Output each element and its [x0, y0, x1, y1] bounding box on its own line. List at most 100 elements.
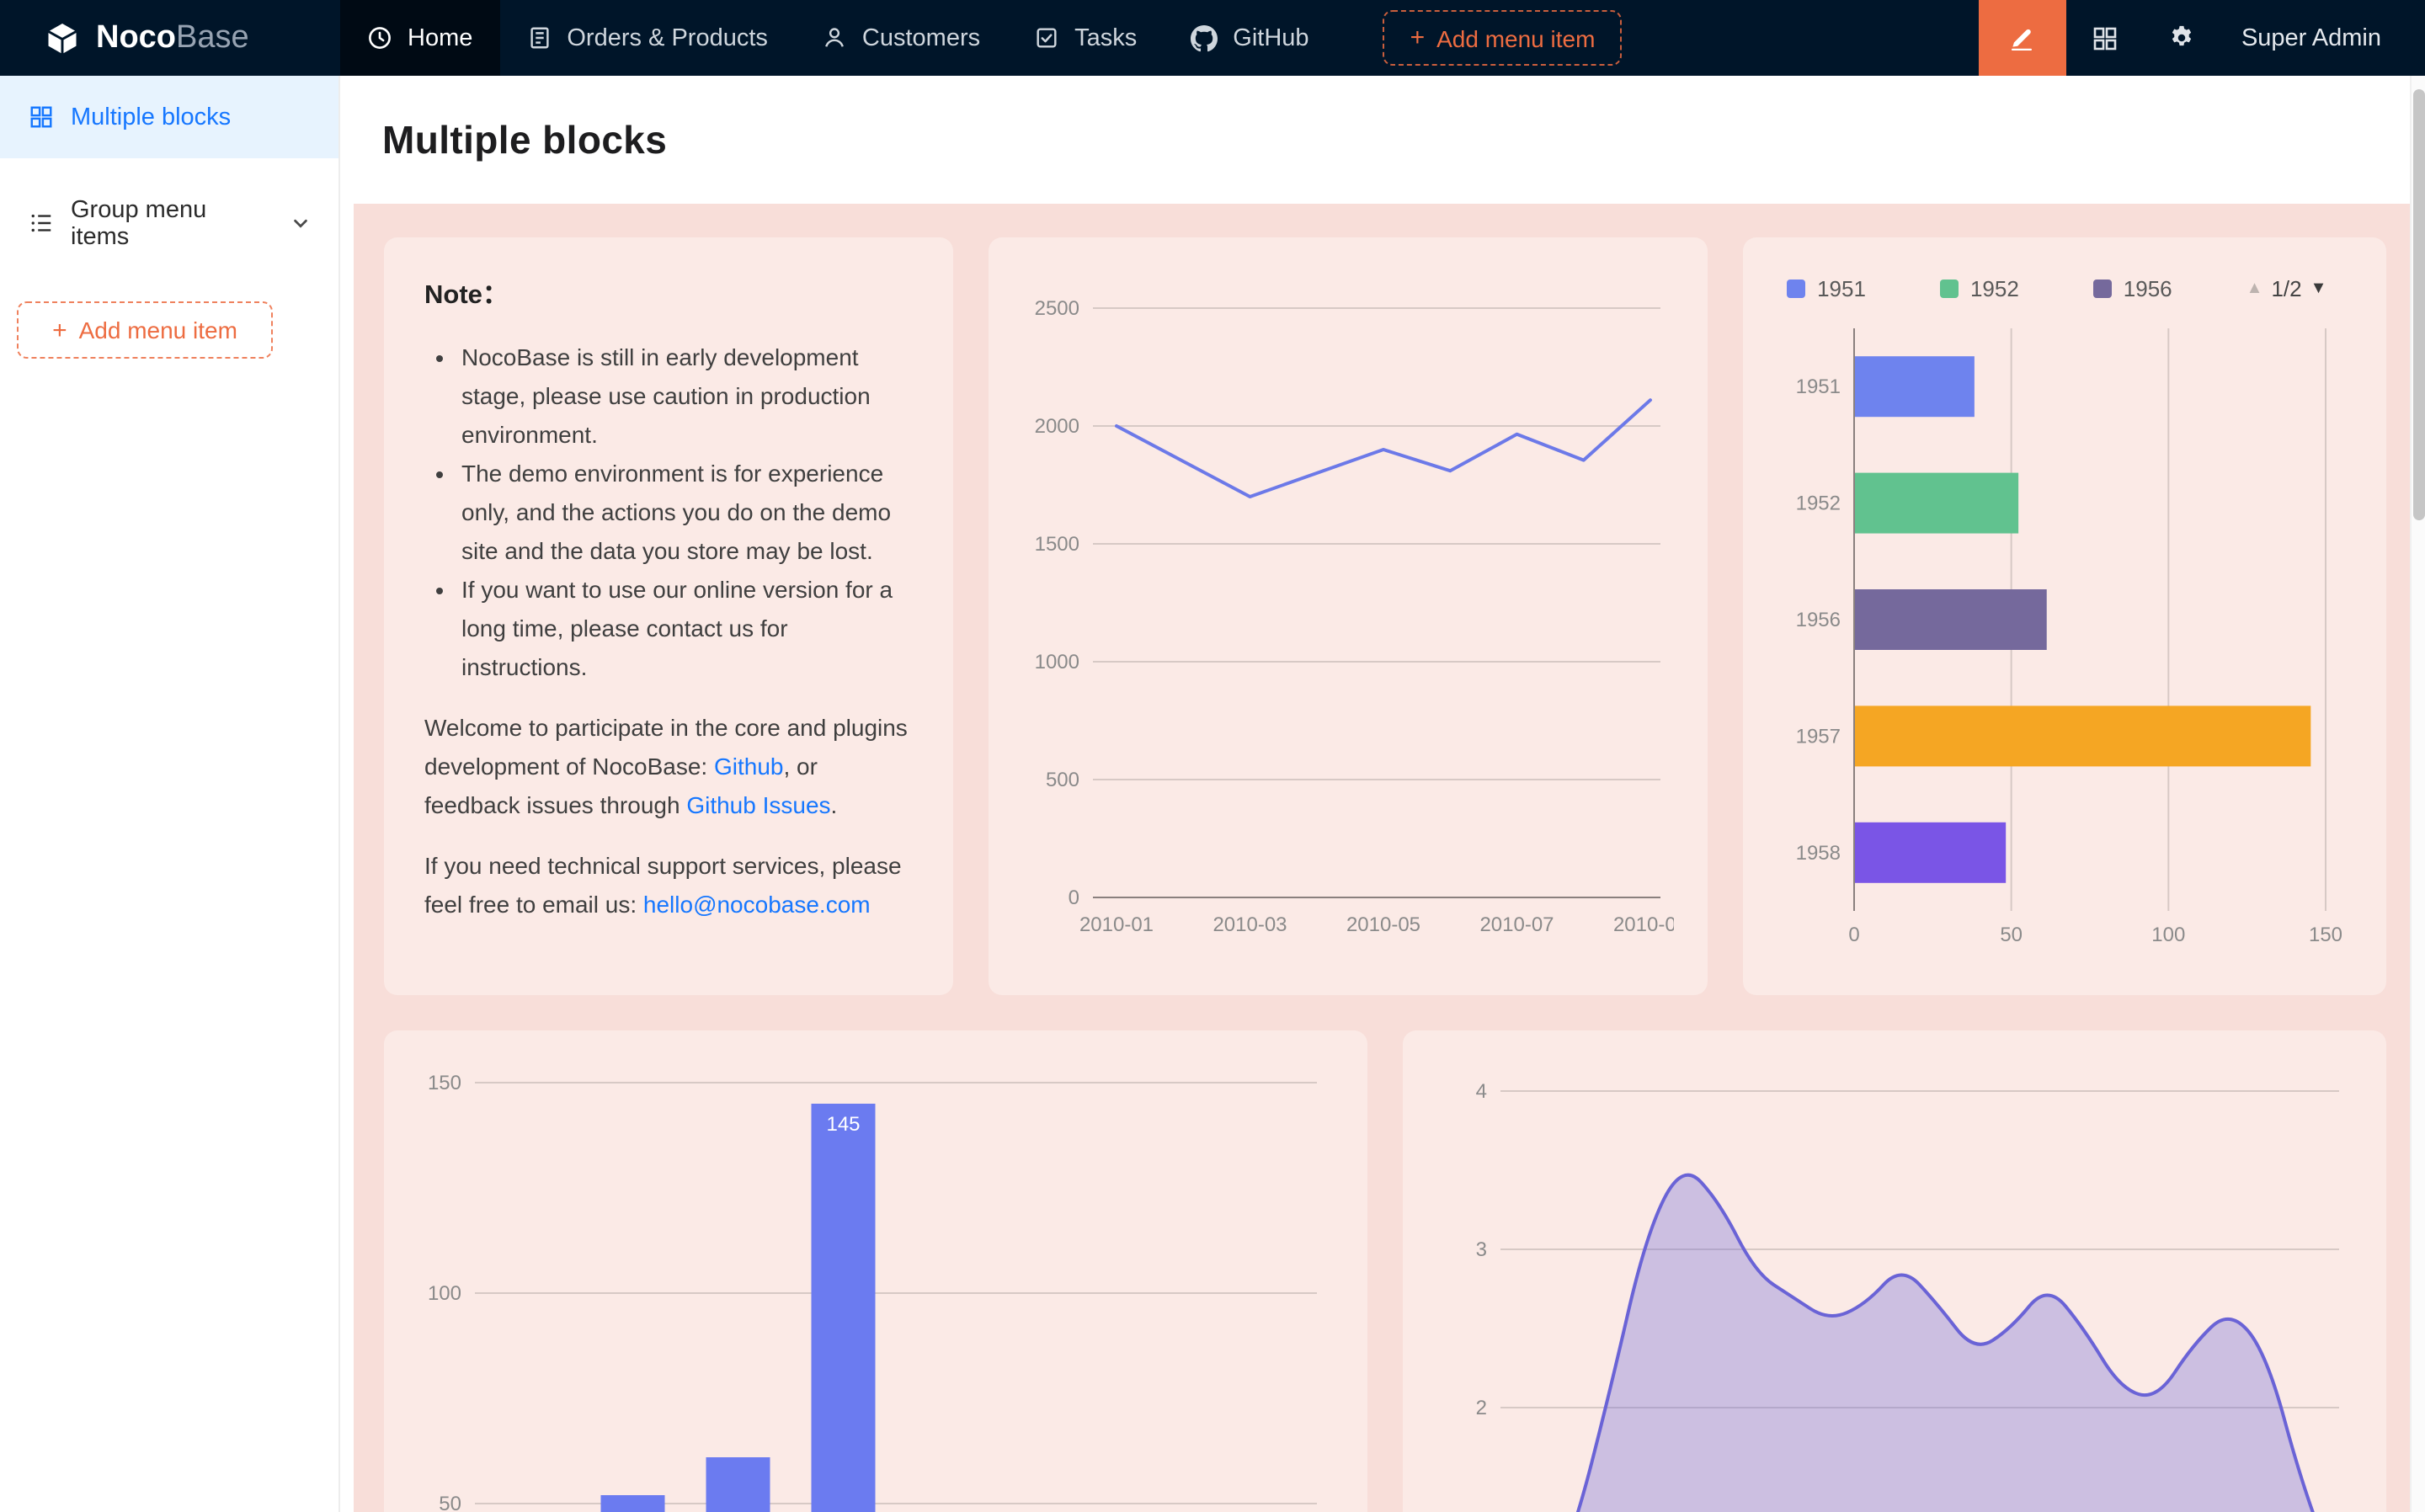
legend-item-1951[interactable]: 1951	[1787, 275, 1866, 301]
page-title: Multiple blocks	[382, 117, 667, 162]
line-chart-block: 050010001500200025002010-012010-032010-0…	[989, 237, 1708, 995]
ui-editor-button[interactable]	[1979, 0, 2066, 76]
list-icon	[29, 210, 54, 236]
svg-text:3: 3	[1476, 1238, 1487, 1261]
main-menu: Home Orders & Products Customers Tasks	[340, 0, 1622, 76]
page-scrollbar	[2410, 76, 2425, 1512]
github-link[interactable]: Github	[714, 753, 784, 780]
note-text: .	[831, 791, 838, 818]
svg-text:2010-01: 2010-01	[1080, 913, 1154, 936]
menu-item-home[interactable]: Home	[340, 0, 499, 76]
menu-item-label: Orders & Products	[567, 24, 768, 51]
note-bullet: The demo environment is for experience o…	[461, 455, 914, 572]
logo-text-bold: Noco	[96, 19, 176, 55]
svg-text:50: 50	[439, 1493, 461, 1512]
app-root: NocoBase Home Orders & Products Customer…	[0, 0, 2425, 1512]
svg-text:2010-05: 2010-05	[1347, 913, 1421, 936]
apps-grid-icon	[2092, 24, 2119, 51]
blocks-grid-icon	[29, 104, 54, 130]
svg-text:145: 145	[826, 1113, 860, 1136]
line-chart: 050010001500200025002010-012010-032010-0…	[1016, 264, 1675, 961]
column-chart-block: 15010050145	[384, 1030, 1367, 1512]
page-header: Multiple blocks	[340, 76, 2425, 204]
body-row: Multiple blocks Group menu items + Add m…	[0, 76, 2425, 1512]
legend-page-indicator: 1/2	[2271, 275, 2301, 301]
add-menu-item-label: Add menu item	[79, 317, 237, 343]
menu-item-orders-products[interactable]: Orders & Products	[499, 0, 795, 76]
legend-swatch	[2093, 279, 2112, 297]
chevron-down-icon	[291, 214, 310, 232]
logo-text-light: Base	[176, 19, 249, 55]
legend-item-1956[interactable]: 1956	[2093, 275, 2172, 301]
svg-text:150: 150	[2309, 924, 2342, 946]
svg-text:1952: 1952	[1796, 492, 1841, 515]
note-paragraph: If you need technical support services, …	[424, 847, 914, 924]
note-paragraph: Welcome to participate in the core and p…	[424, 709, 914, 825]
svg-text:2010-07: 2010-07	[1480, 913, 1554, 936]
content-area: Note： NocoBase is still in early develop…	[354, 204, 2417, 1512]
tasks-icon	[1034, 25, 1059, 51]
sidebar-item-label: Multiple blocks	[71, 104, 231, 130]
column-chart: 15010050145	[411, 1057, 1330, 1512]
sidebar: Multiple blocks Group menu items + Add m…	[0, 76, 340, 1512]
sidebar-add-menu-item-button[interactable]: + Add menu item	[17, 301, 273, 359]
legend-swatch	[1787, 279, 1805, 297]
legend-item-1952[interactable]: 1952	[1940, 275, 2019, 301]
svg-text:2000: 2000	[1035, 415, 1079, 438]
area-chart-block: 432	[1403, 1030, 2386, 1512]
note-block: Note： NocoBase is still in early develop…	[384, 237, 954, 995]
menu-item-github[interactable]: GitHub	[1164, 0, 1335, 76]
add-menu-item-label: Add menu item	[1436, 24, 1595, 51]
nocobase-logo[interactable]: NocoBase	[0, 0, 340, 76]
legend-next-icon[interactable]: ▼	[2310, 279, 2327, 297]
legend-pager: ▲ 1/2 ▼	[2246, 275, 2327, 301]
github-issues-link[interactable]: Github Issues	[686, 791, 830, 818]
area-chart: 432	[1430, 1057, 2349, 1512]
svg-text:1958: 1958	[1796, 842, 1841, 865]
svg-text:2: 2	[1476, 1397, 1487, 1419]
menu-item-label: GitHub	[1233, 24, 1308, 51]
top-navigation: NocoBase Home Orders & Products Customer…	[0, 0, 2425, 76]
github-icon	[1191, 24, 1218, 51]
menu-item-label: Customers	[862, 24, 980, 51]
blocks-row-2: 15010050145 432	[384, 1030, 2386, 1512]
add-menu-item-button[interactable]: + Add menu item	[1383, 10, 1623, 66]
bar-chart-block: 1951 1952 1956 ▲	[1743, 237, 2386, 995]
settings-button[interactable]	[2144, 0, 2221, 76]
note-title: Note：	[424, 274, 914, 317]
svg-text:1000: 1000	[1035, 651, 1079, 673]
note-bullet-list: NocoBase is still in early development s…	[424, 339, 914, 687]
blocks-row-1: Note： NocoBase is still in early develop…	[384, 237, 2386, 995]
scrollbar-thumb[interactable]	[2413, 89, 2425, 520]
menu-item-customers[interactable]: Customers	[795, 0, 1007, 76]
legend-label: 1951	[1817, 275, 1866, 301]
svg-text:100: 100	[2151, 924, 2185, 946]
sidebar-item-group-menu-items[interactable]: Group menu items	[0, 182, 338, 264]
highlight-pen-icon	[2008, 24, 2037, 52]
svg-text:100: 100	[428, 1282, 461, 1305]
legend-swatch	[1940, 279, 1959, 297]
logo-text: NocoBase	[96, 19, 249, 56]
main-content: Multiple blocks Note： NocoBase is still …	[340, 76, 2425, 1512]
note-bullet: If you want to use our online version fo…	[461, 571, 914, 687]
user-menu[interactable]: Super Admin	[2221, 24, 2425, 51]
menu-item-label: Home	[408, 24, 472, 51]
home-icon	[367, 25, 392, 51]
sidebar-item-label: Group menu items	[71, 196, 271, 250]
menu-item-tasks[interactable]: Tasks	[1007, 0, 1164, 76]
svg-text:2010-09: 2010-09	[1614, 913, 1675, 936]
menu-item-label: Tasks	[1074, 24, 1137, 51]
sidebar-item-multiple-blocks[interactable]: Multiple blocks	[0, 76, 338, 158]
nocobase-logo-icon	[44, 19, 81, 56]
svg-text:500: 500	[1047, 769, 1080, 791]
orders-icon	[526, 25, 552, 51]
svg-text:0: 0	[1848, 924, 1859, 946]
email-link[interactable]: hello@nocobase.com	[643, 891, 871, 918]
apps-button[interactable]	[2066, 0, 2144, 76]
chart-legend: 1951 1952 1956 ▲	[1770, 268, 2359, 308]
svg-text:1500: 1500	[1035, 533, 1079, 556]
legend-prev-icon[interactable]: ▲	[2246, 279, 2263, 297]
svg-text:1951: 1951	[1796, 375, 1841, 398]
note-bullet: NocoBase is still in early development s…	[461, 339, 914, 455]
horizontal-bar-chart: 05010015019511952195619571958	[1770, 318, 2351, 965]
